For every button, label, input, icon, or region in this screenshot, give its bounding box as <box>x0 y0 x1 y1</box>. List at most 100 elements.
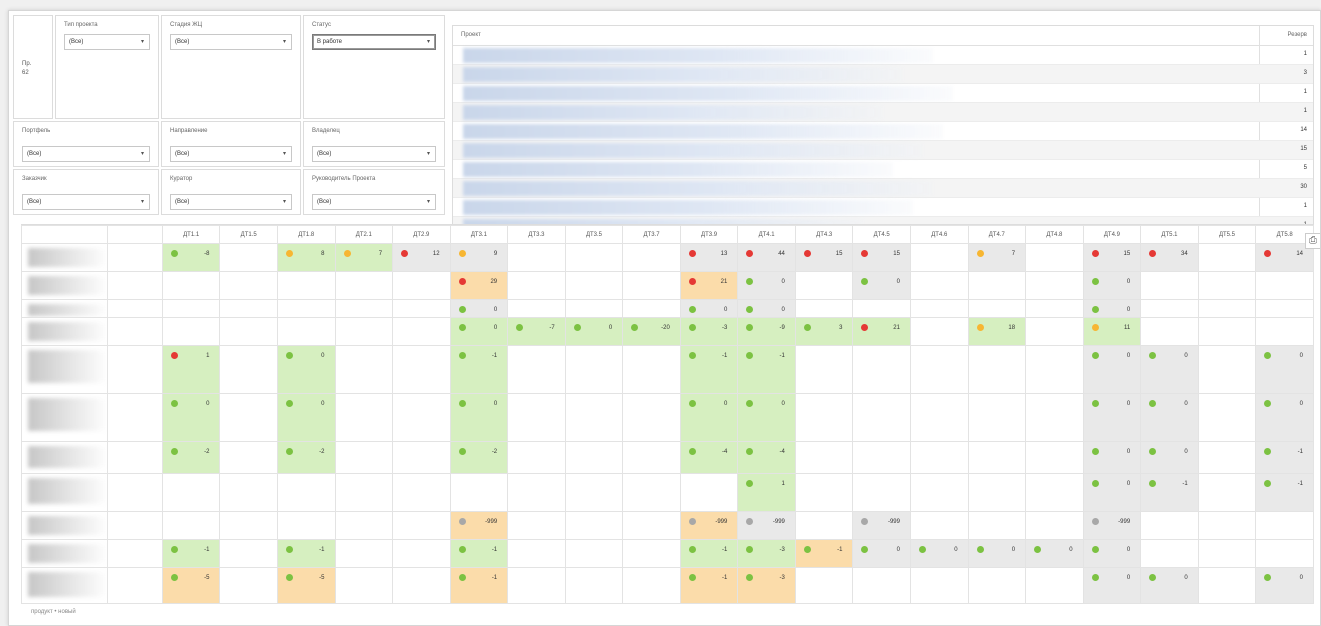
kpi-cell[interactable]: 21 <box>679 271 739 300</box>
kpi-cell[interactable]: 15 <box>794 243 854 272</box>
kpi-cell[interactable]: -999 <box>679 511 739 540</box>
kpi-cell[interactable]: -2 <box>449 441 509 474</box>
project-row[interactable]: 14 <box>453 122 1313 141</box>
kpi-cell[interactable]: 44 <box>737 243 796 272</box>
kpi-cell[interactable]: 0 <box>1082 567 1142 604</box>
kpi-cell[interactable]: 21 <box>852 317 911 346</box>
project-row[interactable]: 1 <box>453 103 1313 122</box>
grid-column-header[interactable]: ДТ1.5 <box>219 225 278 244</box>
grid-column-header[interactable]: ДТ1.8 <box>276 225 336 244</box>
kpi-cell[interactable]: -1 <box>1255 441 1314 474</box>
kpi-cell[interactable]: -1 <box>679 345 739 394</box>
kpi-cell[interactable]: 0 <box>679 299 739 318</box>
kpi-cell[interactable]: -4 <box>737 441 796 474</box>
kpi-cell[interactable]: 11 <box>1082 317 1142 346</box>
kpi-cell[interactable]: -1 <box>449 539 509 568</box>
kpi-cell[interactable]: -999 <box>1082 511 1142 540</box>
kpi-cell[interactable]: 0 <box>1082 271 1142 300</box>
grid-column-header[interactable]: ДТ4.7 <box>967 225 1027 244</box>
kpi-cell[interactable]: -20 <box>622 317 681 346</box>
grid-column-header[interactable]: ДТ3.9 <box>679 225 739 244</box>
kpi-cell[interactable]: 7 <box>967 243 1027 272</box>
kpi-cell[interactable]: 0 <box>161 393 221 442</box>
kpi-cell[interactable]: 13 <box>679 243 739 272</box>
grid-column-header[interactable]: ДТ4.3 <box>794 225 854 244</box>
kpi-cell[interactable]: -999 <box>737 511 796 540</box>
kpi-cell[interactable]: 0 <box>1082 539 1142 568</box>
grid-column-header[interactable]: ДТ4.1 <box>737 225 796 244</box>
curator-select[interactable]: (Все) ▾ <box>170 194 292 210</box>
kpi-cell[interactable]: 0 <box>1082 393 1142 442</box>
project-row[interactable]: 15 <box>453 141 1313 160</box>
kpi-cell[interactable]: 0 <box>909 539 969 568</box>
portfolio-select[interactable]: (Все) ▾ <box>22 146 150 162</box>
grid-column-header[interactable]: ДТ4.5 <box>852 225 911 244</box>
kpi-cell[interactable]: 0 <box>1255 345 1314 394</box>
kpi-cell[interactable]: 0 <box>852 271 911 300</box>
grid-column-header[interactable]: ДТ2.1 <box>334 225 394 244</box>
project-row[interactable]: 1 <box>453 84 1313 103</box>
kpi-cell[interactable]: -1 <box>794 539 854 568</box>
kpi-cell[interactable]: -5 <box>161 567 221 604</box>
kpi-cell[interactable]: -1 <box>1140 473 1199 512</box>
kpi-cell[interactable]: -999 <box>852 511 911 540</box>
owner-select[interactable]: (Все) ▾ <box>312 146 436 162</box>
kpi-cell[interactable]: 1 <box>161 345 221 394</box>
kpi-cell[interactable]: 0 <box>449 299 509 318</box>
grid-column-header[interactable]: ДТ3.7 <box>622 225 681 244</box>
kpi-cell[interactable]: -1 <box>276 539 336 568</box>
kpi-cell[interactable]: -999 <box>449 511 509 540</box>
print-icon[interactable]: ⎙ <box>1305 233 1320 249</box>
kpi-cell[interactable]: -1 <box>449 567 509 604</box>
direction-select[interactable]: (Все) ▾ <box>170 146 292 162</box>
customer-select[interactable]: (Все) ▾ <box>22 194 150 210</box>
project-type-select[interactable]: (Все) ▾ <box>64 34 150 50</box>
kpi-cell[interactable]: 0 <box>1082 441 1142 474</box>
grid-column-header[interactable]: ДТ1.1 <box>161 225 221 244</box>
kpi-cell[interactable]: -1 <box>737 345 796 394</box>
kpi-cell[interactable]: -1 <box>161 539 221 568</box>
kpi-cell[interactable]: 1 <box>737 473 796 512</box>
grid-column-header[interactable]: ДТ5.1 <box>1140 225 1199 244</box>
kpi-cell[interactable]: 0 <box>737 299 796 318</box>
grid-column-header[interactable]: ДТ3.5 <box>564 225 624 244</box>
kpi-cell[interactable]: 0 <box>449 393 509 442</box>
grid-column-header[interactable]: ДТ4.6 <box>909 225 969 244</box>
kpi-cell[interactable]: 0 <box>967 539 1027 568</box>
kpi-cell[interactable]: 15 <box>852 243 911 272</box>
kpi-cell[interactable]: 0 <box>679 393 739 442</box>
kpi-cell[interactable]: 0 <box>449 317 509 346</box>
grid-column-header[interactable]: ДТ4.8 <box>1025 225 1084 244</box>
kpi-cell[interactable]: 0 <box>1255 393 1314 442</box>
kpi-cell[interactable]: -3 <box>737 567 796 604</box>
kpi-cell[interactable]: 0 <box>737 271 796 300</box>
project-row[interactable]: 30 <box>453 179 1313 198</box>
kpi-cell[interactable]: 0 <box>1140 567 1199 604</box>
kpi-cell[interactable]: 3 <box>794 317 854 346</box>
kpi-cell[interactable]: 0 <box>276 393 336 442</box>
kpi-cell[interactable]: 0 <box>1255 567 1314 604</box>
kpi-cell[interactable]: 0 <box>1082 473 1142 512</box>
kpi-cell[interactable]: -3 <box>737 539 796 568</box>
kpi-cell[interactable]: 15 <box>1082 243 1142 272</box>
kpi-cell[interactable]: 9 <box>449 243 509 272</box>
kpi-cell[interactable]: 0 <box>1082 345 1142 394</box>
kpi-cell[interactable]: 0 <box>737 393 796 442</box>
kpi-cell[interactable]: -3 <box>679 317 739 346</box>
kpi-cell[interactable]: -9 <box>737 317 796 346</box>
kpi-cell[interactable]: 0 <box>1140 393 1199 442</box>
manager-select[interactable]: (Все) ▾ <box>312 194 436 210</box>
grid-column-header[interactable]: ДТ3.3 <box>507 225 566 244</box>
kpi-cell[interactable]: -8 <box>161 243 221 272</box>
kpi-cell[interactable]: -1 <box>449 345 509 394</box>
kpi-cell[interactable]: -7 <box>507 317 566 346</box>
kpi-cell[interactable]: -1 <box>1255 473 1314 512</box>
kpi-cell[interactable]: 0 <box>564 317 624 346</box>
kpi-cell[interactable]: 0 <box>1025 539 1084 568</box>
kpi-cell[interactable]: 0 <box>852 539 911 568</box>
kpi-cell[interactable]: -1 <box>679 539 739 568</box>
kpi-cell[interactable]: 0 <box>276 345 336 394</box>
kpi-cell[interactable]: 8 <box>276 243 336 272</box>
grid-column-header[interactable]: ДТ3.1 <box>449 225 509 244</box>
kpi-cell[interactable]: -4 <box>679 441 739 474</box>
